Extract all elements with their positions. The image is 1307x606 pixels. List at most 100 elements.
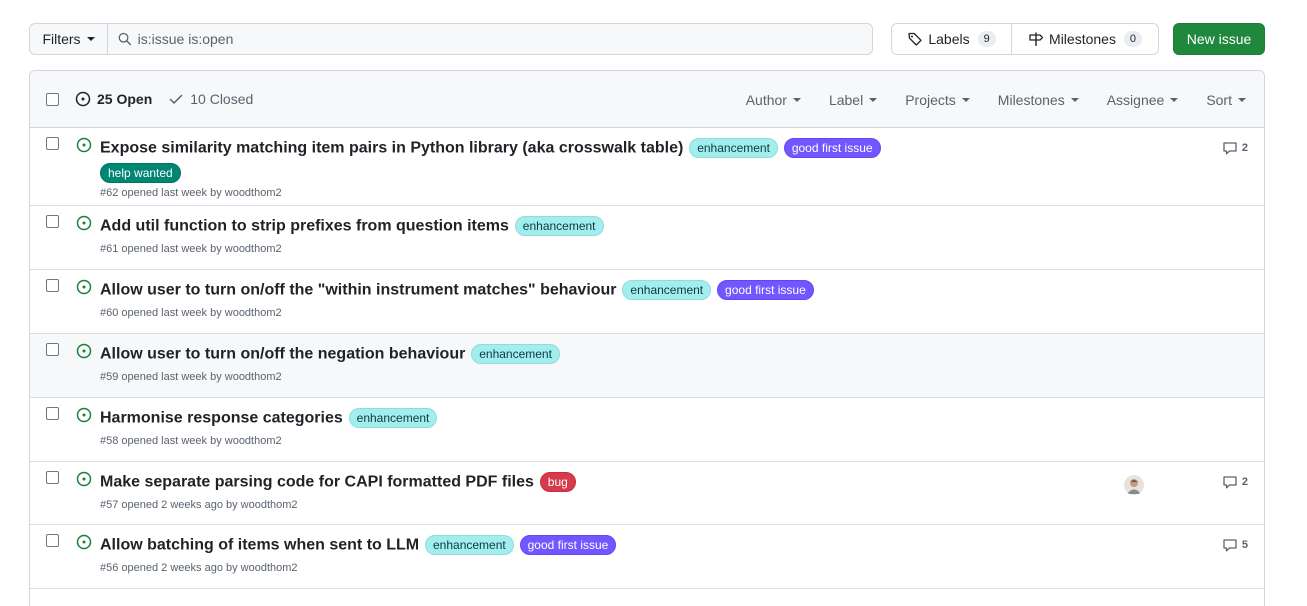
issue-meta[interactable]: #61 opened last week by woodthom2 [100, 241, 1144, 257]
milestones-count: 0 [1123, 31, 1142, 47]
label-enhancement[interactable]: enhancement [514, 216, 604, 237]
issue-opened-icon [76, 343, 92, 359]
milestones-filter[interactable]: Milestones [984, 92, 1093, 108]
labels-count: 9 [977, 31, 996, 47]
issue-row: Allow user to turn on/off the negation b… [30, 334, 1264, 398]
issue-title[interactable]: Add util function to strip prefixes from… [100, 217, 509, 234]
milestones-label: Milestones [1049, 31, 1116, 47]
issue-row: Expose similarity matching item pairs in… [30, 128, 1264, 206]
closed-count-label: 10 Closed [190, 91, 254, 107]
search-input[interactable] [137, 31, 872, 47]
filters-label: Filters [42, 31, 81, 47]
comment-count: 2 [1241, 476, 1248, 488]
comment-count: 5 [1241, 539, 1248, 551]
label-enhancement[interactable]: enhancement [622, 280, 712, 301]
label-enhancement[interactable]: enhancement [348, 408, 438, 429]
issue-meta[interactable]: #58 opened last week by woodthom2 [100, 433, 1144, 449]
label-bug[interactable]: bug [539, 472, 576, 493]
label-filter-label: Label [828, 91, 864, 108]
chevron-down-icon [1238, 97, 1246, 102]
issue-opened-icon [76, 215, 92, 231]
comment-icon [1223, 476, 1237, 489]
issue-meta[interactable]: #59 opened last week by woodthom2 [100, 369, 1144, 385]
label-filter[interactable]: Label [815, 92, 891, 108]
labels-label: Labels [928, 31, 970, 47]
issue-checkbox[interactable] [46, 215, 59, 228]
comments-link[interactable]: 2 [1222, 474, 1248, 490]
open-issues-tab[interactable]: 25 Open [75, 91, 152, 107]
chevron-down-icon [961, 97, 970, 102]
comment-icon [1223, 142, 1237, 155]
sort-filter[interactable]: Sort [1192, 92, 1260, 108]
label-good-first-issue[interactable]: good first issue [717, 280, 814, 301]
milestones-filter-label: Milestones [997, 91, 1065, 108]
projects-filter[interactable]: Projects [891, 92, 984, 108]
filter-search-group: Filters [29, 23, 873, 55]
issue-opened-icon [76, 471, 92, 487]
issue-opened-icon [76, 534, 92, 550]
issue-meta[interactable]: #62 opened last week by woodthom2 [100, 185, 1144, 201]
issue-checkbox[interactable] [46, 343, 59, 356]
author-filter[interactable]: Author [732, 92, 815, 108]
comments-link[interactable]: 5 [1222, 537, 1248, 553]
comments-link[interactable]: 2 [1222, 140, 1248, 156]
chevron-down-icon [86, 37, 95, 41]
new-issue-button[interactable]: New issue [1173, 23, 1265, 55]
issue-checkbox[interactable] [46, 137, 59, 150]
issue-title[interactable]: Allow user to turn on/off the negation b… [100, 345, 465, 362]
tag-icon [908, 32, 923, 46]
label-enhancement[interactable]: enhancement [425, 535, 514, 556]
issues-list-header: 25 Open 10 Closed Author Label Projects … [30, 71, 1264, 128]
search-icon [118, 32, 132, 46]
chevron-down-icon [869, 97, 878, 102]
issue-row: Allow batching of items when sent to LLM… [30, 525, 1264, 589]
issue-title[interactable]: Harmonise response categories [100, 409, 343, 426]
issue-checkbox[interactable] [46, 279, 59, 292]
chevron-down-icon [1070, 97, 1079, 102]
open-count-label: 25 Open [97, 91, 153, 107]
label-enhancement[interactable]: enhancement [689, 138, 778, 159]
issues-list: 25 Open 10 Closed Author Label Projects … [29, 70, 1265, 606]
filters-dropdown-button[interactable]: Filters [30, 24, 108, 54]
comment-count: 2 [1241, 142, 1248, 154]
issue-title[interactable]: Expose similarity matching item pairs in… [100, 139, 683, 156]
closed-issues-tab[interactable]: 10 Closed [168, 91, 253, 107]
header-filters: Author Label Projects Milestones Assigne… [732, 71, 1260, 128]
assignee-avatar[interactable] [1124, 475, 1144, 495]
check-icon [170, 94, 183, 104]
issue-checkbox[interactable] [46, 534, 59, 547]
issue-title[interactable]: Allow user to turn on/off the "within in… [100, 281, 617, 298]
issue-meta[interactable]: #56 opened 2 weeks ago by woodthom2 [100, 560, 1144, 576]
issue-checkbox[interactable] [46, 471, 59, 484]
issue-row: Allow user to turn on/off the "within in… [30, 270, 1264, 334]
assignee-filter[interactable]: Assignee [1093, 92, 1193, 108]
issues-toolbar: Filters Labels 9 Milestones 0 New issue [29, 23, 1265, 55]
issue-row: Add util function to strip prefixes from… [30, 206, 1264, 270]
issue-opened-icon [76, 279, 92, 295]
issue-title[interactable]: Allow batching of items when sent to LLM [100, 536, 419, 553]
chevron-down-icon [1170, 97, 1179, 102]
issue-checkbox[interactable] [46, 407, 59, 420]
sort-filter-label: Sort [1206, 91, 1232, 108]
assignee-filter-label: Assignee [1106, 91, 1165, 108]
projects-filter-label: Projects [905, 91, 956, 108]
issue-meta[interactable]: #57 opened 2 weeks ago by woodthom2 [100, 497, 1144, 513]
labels-button[interactable]: Labels 9 [892, 24, 1012, 54]
issue-title[interactable]: Make separate parsing code for CAPI form… [100, 473, 534, 490]
issue-opened-icon [76, 137, 92, 153]
label-enhancement[interactable]: enhancement [471, 344, 560, 365]
author-filter-label: Author [745, 91, 787, 108]
issue-row: Harmonise response categories enhancemen… [30, 398, 1264, 462]
issue-meta[interactable]: #60 opened last week by woodthom2 [100, 305, 1144, 321]
chevron-down-icon [792, 97, 801, 102]
label-help-wanted[interactable]: help wanted [100, 162, 181, 183]
label-good-first-issue[interactable]: good first issue [519, 535, 617, 556]
issue-row: Make separate parsing code for CAPI form… [30, 462, 1264, 525]
label-good-first-issue[interactable]: good first issue [783, 138, 881, 159]
issue-opened-icon [76, 407, 92, 423]
comment-icon [1223, 539, 1237, 552]
search-box[interactable] [108, 24, 872, 54]
select-all-checkbox[interactable] [46, 92, 59, 106]
labels-milestones-group: Labels 9 Milestones 0 [891, 23, 1159, 55]
milestones-button[interactable]: Milestones 0 [1012, 24, 1158, 54]
